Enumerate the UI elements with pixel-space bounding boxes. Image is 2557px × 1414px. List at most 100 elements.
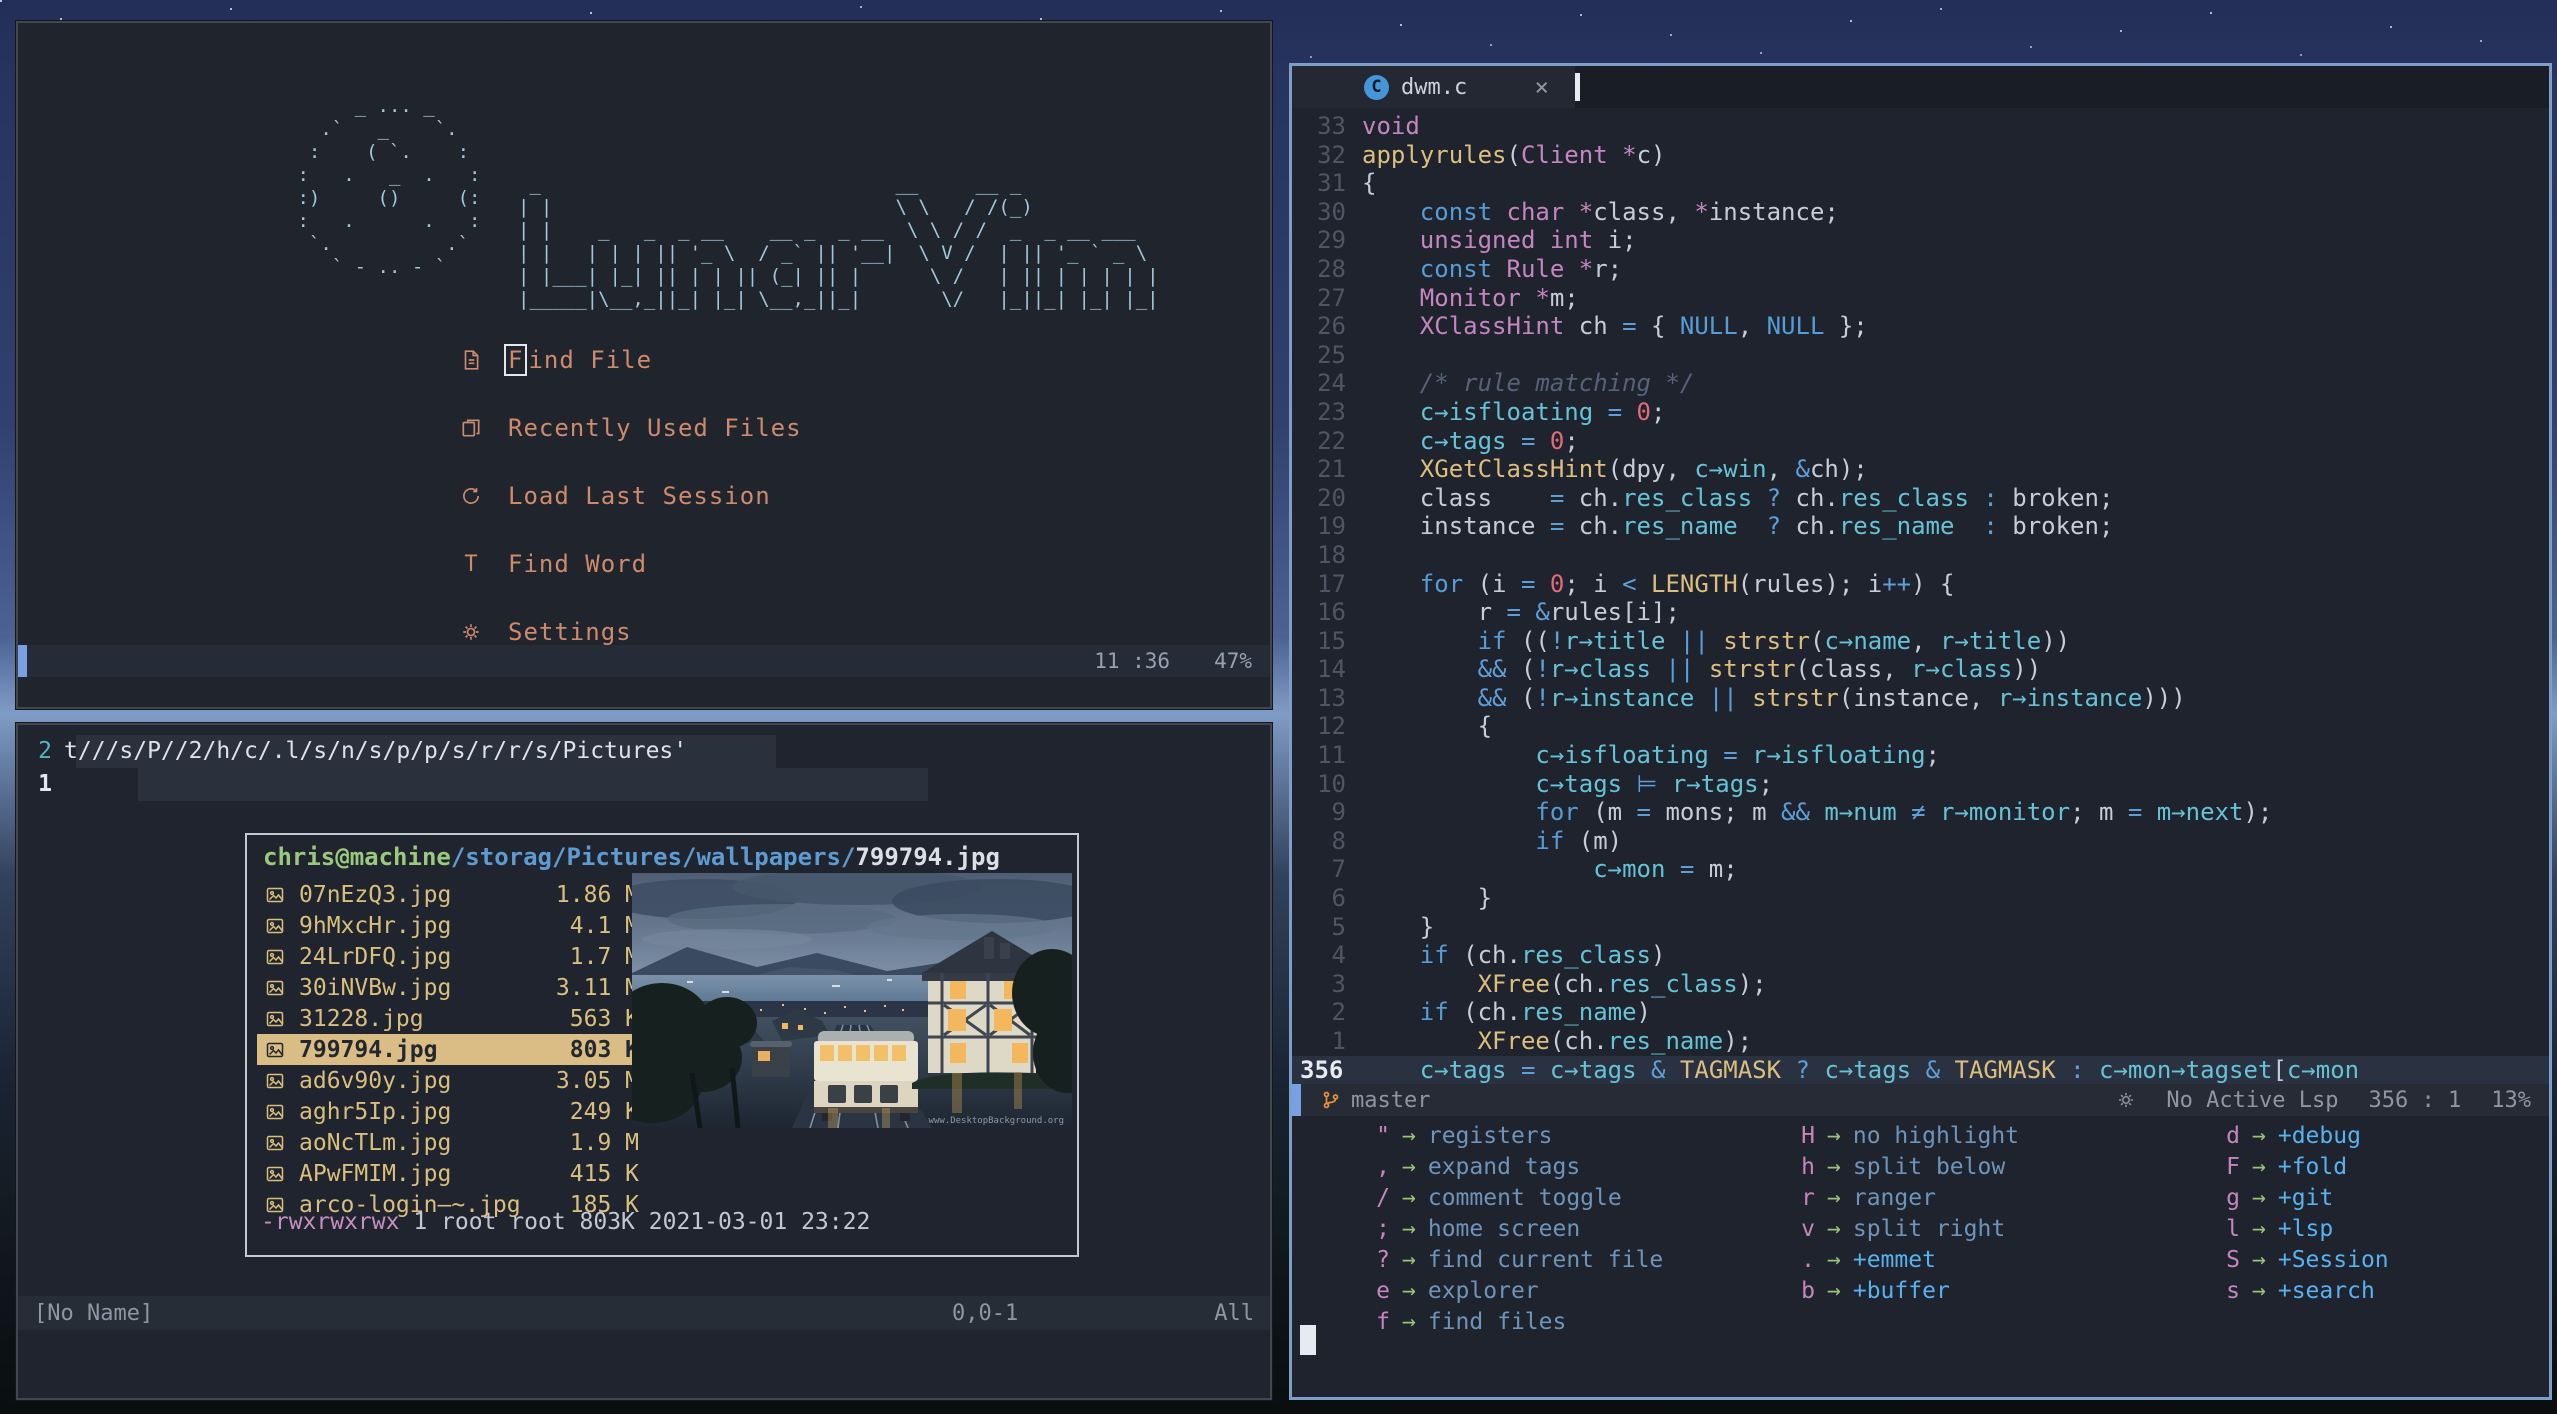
editor-code-line[interactable]: 13 && (!r→instance || strstr(instance, r… (1292, 684, 2549, 713)
editor-code-line[interactable]: 19 instance = ch.res_name ? ch.res_name … (1292, 512, 2549, 541)
editor-code-line[interactable]: 14 && (!r→class || strstr(class, r→class… (1292, 655, 2549, 684)
tabline-cursor (1575, 73, 1580, 101)
whichkey-binding[interactable]: " → registers (1322, 1120, 1663, 1151)
editor-code-line[interactable]: 2 if (ch.res_name) (1292, 998, 2549, 1027)
editor-code-line[interactable]: 11 c→isfloating = r→isfloating; (1292, 741, 2549, 770)
whichkey-label: no highlight (1852, 1122, 2020, 1149)
editor-code-line[interactable]: 5 } (1292, 913, 2549, 942)
whichkey-binding[interactable]: / → comment toggle (1322, 1182, 1663, 1213)
code-line-text: for (i = 0; i < LENGTH(rules); i++) { (1419, 569, 1955, 598)
editor-code-line[interactable]: 21 XGetClassHint(dpy, c→win, &ch); (1292, 455, 2549, 484)
whichkey-binding[interactable]: g → +git (2172, 1182, 2389, 1213)
dashboard-item-label: Settings (508, 618, 632, 646)
file-size: 415 K (569, 1160, 639, 1187)
editor-code-line[interactable]: 3 XFree(ch.res_class); (1292, 970, 2549, 999)
code-line-text: instance = ch.res_name ? ch.res_name : b… (1362, 512, 2114, 541)
mode-indicator-block (18, 645, 27, 677)
whichkey-binding[interactable]: r → ranger (1747, 1182, 2019, 1213)
whichkey-binding[interactable]: e → explorer (1322, 1275, 1663, 1306)
file-row[interactable]: 31228.jpg 563 K (257, 1003, 647, 1034)
line-number: 1 (38, 771, 52, 797)
file-row[interactable]: 799794.jpg 803 K (257, 1034, 647, 1065)
line-number: 31 (1317, 169, 1346, 198)
whichkey-binding[interactable]: , → expand tags (1322, 1151, 1663, 1182)
editor-window[interactable]: C dwm.c × 33 void 32 applyrules(Client *c) 3… (1289, 63, 2552, 1400)
editor-code-line[interactable]: 20 class = ch.res_class ? ch.res_class :… (1292, 484, 2549, 513)
file-row[interactable]: aghr5Ip.jpg 249 K (257, 1096, 647, 1127)
buffer-line[interactable]: 1 (18, 768, 64, 801)
whichkey-binding[interactable]: H → no highlight (1747, 1120, 2019, 1151)
whichkey-column-1: " → registers, → expand tags / → comment toggle… (1322, 1120, 1663, 1337)
whichkey-binding[interactable]: F → +fold (2172, 1151, 2389, 1182)
whichkey-binding[interactable]: v → split right (1747, 1213, 2019, 1244)
dashboard-item-recently-used-files[interactable]: Recently Used Files (456, 409, 802, 447)
whichkey-binding[interactable]: d → +debug (2172, 1120, 2389, 1151)
code-line-text: { (1362, 169, 1377, 198)
whichkey-binding[interactable]: l → +lsp (2172, 1213, 2389, 1244)
buffer-name: [No Name] (34, 1300, 154, 1326)
file-row[interactable]: ad6v90y.jpg 3.05 M (257, 1065, 647, 1096)
editor-code-line[interactable]: 18 (1292, 541, 2549, 570)
file-row[interactable]: 9hMxcHr.jpg 4.1 M (257, 910, 647, 941)
whichkey-binding[interactable]: f → find files (1322, 1306, 1663, 1337)
dashboard-item-load-last-session[interactable]: Load Last Session (456, 477, 802, 515)
whichkey-binding[interactable]: S → +Session (2172, 1244, 2389, 1275)
editor-code-line[interactable]: 25 (1292, 341, 2549, 370)
editor-code-line[interactable]: 1 XFree(ch.res_name); (1292, 1027, 2549, 1056)
editor-code-line[interactable]: 27 Monitor *m; (1292, 284, 2549, 313)
editor-code-line[interactable]: 15 if ((!r→title || strstr(c→name, r→tit… (1292, 627, 2549, 656)
line-number: 32 (1317, 140, 1346, 169)
whichkey-binding[interactable]: . → +emmet (1747, 1244, 2019, 1275)
file-row[interactable]: 07nEzQ3.jpg 1.86 M (257, 879, 647, 910)
whichkey-key: ; (1376, 1215, 1390, 1242)
whichkey-binding[interactable]: b → +buffer (1747, 1275, 2019, 1306)
file-row[interactable]: 24LrDFQ.jpg 1.7 M (257, 941, 647, 972)
editor-code-line[interactable]: 26 XClassHint ch = { NULL, NULL }; (1292, 312, 2549, 341)
statusline-position: 11 :36 (1094, 649, 1171, 673)
editor-code-line[interactable]: 29 unsigned int i; (1292, 226, 2549, 255)
editor-code-line[interactable]: 24 /* rule matching */ (1292, 369, 2549, 398)
file-row[interactable]: APwFMIM.jpg 415 K (257, 1158, 647, 1189)
close-icon[interactable]: × (1535, 73, 1549, 101)
editor-code-line[interactable]: 28 const Rule *r; (1292, 255, 2549, 284)
editor-code-line[interactable]: 30 const char *class, *instance; (1292, 198, 2549, 227)
editor-code-line[interactable]: 7 c→mon = m; (1292, 855, 2549, 884)
line-number: 17 (1317, 569, 1346, 598)
whichkey-binding[interactable]: ; → home screen (1322, 1213, 1663, 1244)
whichkey-label: registers (1427, 1122, 1553, 1149)
dashboard-window[interactable]: _ ... _ .` _ `. : ( `. : : . _ . : :) ()… (16, 21, 1272, 709)
editor-code-line[interactable]: 33 void (1292, 112, 2549, 141)
editor-code-line[interactable]: 8 if (m) (1292, 827, 2549, 856)
editor-code-line[interactable]: 17 for (i = 0; i < LENGTH(rules); i++) { (1292, 570, 2549, 599)
editor-code-line[interactable]: 10 c→tags ⊨ r→tags; (1292, 770, 2549, 799)
editor-code-line[interactable]: 12 { (1292, 712, 2549, 741)
file-row[interactable]: 30iNVBw.jpg 3.11 M (257, 972, 647, 1003)
whichkey-binding[interactable]: h → split below (1747, 1151, 2019, 1182)
whichkey-key: / (1376, 1184, 1390, 1211)
editor-code-line[interactable]: 23 c→isfloating = 0; (1292, 398, 2549, 427)
editor-code-line[interactable]: 32 applyrules(Client *c) (1292, 141, 2549, 170)
whichkey-binding[interactable]: s → +search (2172, 1275, 2389, 1306)
file-meta (399, 1209, 413, 1235)
whichkey-label: split below (1852, 1153, 2006, 1180)
file-row[interactable]: aoNcTLm.jpg 1.9 M (257, 1127, 647, 1158)
c-language-icon: C (1364, 74, 1389, 100)
editor-code-line[interactable]: 4 if (ch.res_class) (1292, 941, 2549, 970)
editor-code-line[interactable]: 6 } (1292, 884, 2549, 913)
code-line-text: && (!r→class || strstr(class, r→class)) (1477, 655, 2042, 684)
editor-cursor-line[interactable]: 356 c→tags = c→tags & TAGMASK ? c→tags &… (1292, 1055, 2549, 1085)
editor-code-line[interactable]: 22 c→tags = 0; (1292, 427, 2549, 456)
whichkey-binding[interactable]: ? → find current file (1322, 1244, 1663, 1275)
dashboard-item-find-word[interactable]: T Find Word (456, 545, 802, 583)
tab-dwm-c[interactable]: C dwm.c × (1292, 66, 1575, 108)
buffer-line[interactable]: 2 t///s/P//2/h/c/.l/s/n/s/p/p/s/r/r/s/Pic… (18, 735, 687, 768)
dashboard-item-find-file[interactable]: Find File (456, 341, 802, 379)
dashboard-item-label: Load Last Session (508, 482, 771, 510)
scratch-window[interactable]: 2 t///s/P//2/h/c/.l/s/n/s/p/p/s/r/r/s/Pic… (16, 723, 1272, 1400)
editor-code-line[interactable]: 9 for (m = mons; m && m→num ≠ r→monitor;… (1292, 798, 2549, 827)
git-branch: master (1321, 1088, 1430, 1113)
editor-code-line[interactable]: 16 r = &rules[i]; (1292, 598, 2549, 627)
code-line-text: Monitor *m; (1419, 283, 1579, 312)
file-browser-popup[interactable]: chris@machine/storag/Pictures/wallpapers… (245, 833, 1079, 1257)
editor-code-line[interactable]: 31 { (1292, 169, 2549, 198)
